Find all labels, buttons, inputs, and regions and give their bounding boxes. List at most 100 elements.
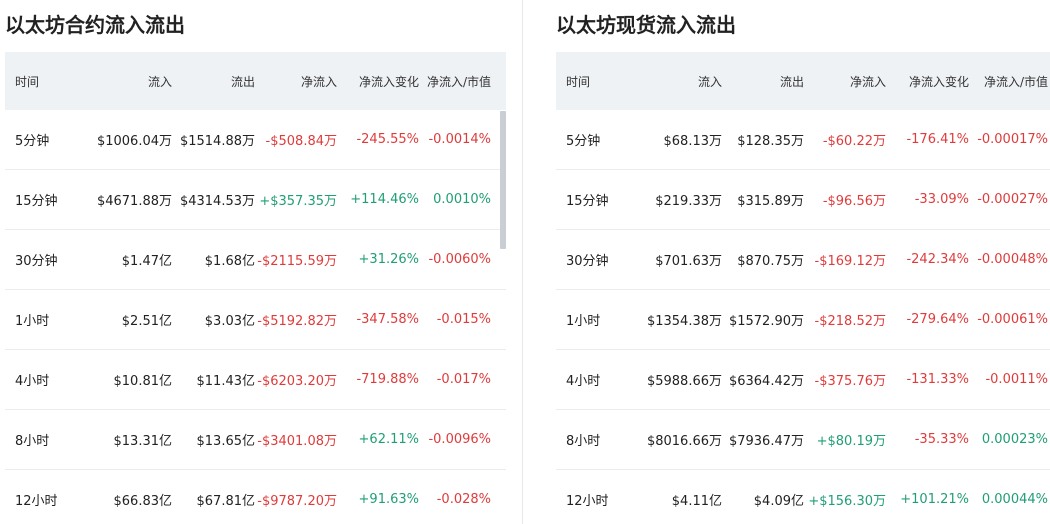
cell-netflow: +$80.19万 xyxy=(816,434,886,449)
cell-netflow-mcap: -0.00027% xyxy=(977,192,1048,207)
table-row: 15分钟 $4671.88万 $4314.53万 +$357.35万 +114.46% 0… xyxy=(5,170,506,230)
cell-time: 4小时 xyxy=(15,374,50,389)
table-row: 4小时 $10.81亿 $11.43亿 -$6203.20万 -719.88% -0.01… xyxy=(5,350,506,410)
cell-netflow-change: +114.46% xyxy=(350,192,419,207)
cell-netflow-change: -176.41% xyxy=(906,132,969,147)
panel-divider xyxy=(522,0,523,524)
cell-netflow-mcap: -0.015% xyxy=(436,312,491,327)
column-header-netflow-change: 净流入变化 xyxy=(908,74,969,89)
table-row: 30分钟 $1.47亿 $1.68亿 -$2115.59万 +31.26% -0.0060… xyxy=(5,230,506,290)
cell-inflow: $13.31亿 xyxy=(113,434,173,449)
scrollbar[interactable] xyxy=(500,111,506,249)
cell-netflow-mcap: -0.028% xyxy=(436,492,491,507)
cell-time: 5分钟 xyxy=(15,134,50,149)
cell-inflow: $4671.88万 xyxy=(96,194,172,209)
cell-netflow: -$96.56万 xyxy=(822,194,886,209)
table-row: 8小时 $8016.66万 $7936.47万 +$80.19万 -35.33% 0.00… xyxy=(556,410,1050,470)
cell-time: 12小时 xyxy=(566,494,609,509)
cell-netflow-change: +91.63% xyxy=(358,492,419,507)
column-header-netflow-mcap: 净流入/市值 xyxy=(426,74,491,89)
cell-time: 8小时 xyxy=(15,434,50,449)
cell-outflow: $7936.47万 xyxy=(728,434,804,449)
cell-inflow: $10.81亿 xyxy=(113,374,173,389)
table-header: 时间 流入 流出 净流入 净流入变化 净流入/市值 xyxy=(556,52,1050,110)
cell-netflow-change: +101.21% xyxy=(900,492,969,507)
cell-netflow-change: -245.55% xyxy=(356,132,419,147)
table-header: 时间 流入 流出 净流入 净流入变化 净流入/市值 xyxy=(5,52,506,110)
column-header-time: 时间 xyxy=(566,74,591,89)
cell-netflow: -$3401.08万 xyxy=(257,434,337,449)
table-row: 8小时 $13.31亿 $13.65亿 -$3401.08万 +62.11% -0.009… xyxy=(5,410,506,470)
cell-netflow: +$357.35万 xyxy=(259,194,337,209)
cell-outflow: $315.89万 xyxy=(737,194,804,209)
table-row: 5分钟 $68.13万 $128.35万 -$60.22万 -176.41% -0.000… xyxy=(556,110,1050,170)
cell-inflow: $4.11亿 xyxy=(671,494,722,509)
cell-time: 30分钟 xyxy=(15,254,58,269)
cell-inflow: $701.63万 xyxy=(655,254,722,269)
cell-netflow: -$60.22万 xyxy=(822,134,886,149)
cell-outflow: $11.43亿 xyxy=(196,374,256,389)
column-header-inflow: 流入 xyxy=(147,74,172,89)
cell-outflow: $1572.90万 xyxy=(728,314,804,329)
cell-inflow: $219.33万 xyxy=(655,194,722,209)
cell-inflow: $1006.04万 xyxy=(96,134,172,149)
cell-inflow: $1354.38万 xyxy=(646,314,722,329)
cell-netflow-mcap: 0.00044% xyxy=(981,492,1048,507)
contract-flow-table: 时间 流入 流出 净流入 净流入变化 净流入/市值 5分钟 $1006.04万 $1… xyxy=(5,52,506,524)
cell-netflow: -$2115.59万 xyxy=(257,254,337,269)
cell-netflow-mcap: -0.0011% xyxy=(985,372,1048,387)
cell-inflow: $66.83亿 xyxy=(113,494,173,509)
cell-time: 1小时 xyxy=(566,314,601,329)
cell-time: 15分钟 xyxy=(15,194,58,209)
table-row: 1小时 $2.51亿 $3.03亿 -$5192.82万 -347.58% -0.015% xyxy=(5,290,506,350)
cell-netflow: +$156.30万 xyxy=(808,494,886,509)
cell-netflow-mcap: 0.0010% xyxy=(433,192,491,207)
column-header-netflow: 净流入 xyxy=(849,74,886,89)
table-row: 12小时 $66.83亿 $67.81亿 -$9787.20万 +91.63% -0.02… xyxy=(5,470,506,524)
cell-netflow-change: -131.33% xyxy=(906,372,969,387)
cell-netflow-mcap: -0.00017% xyxy=(977,132,1048,147)
table-body: 5分钟 $1006.04万 $1514.88万 -$508.84万 -245.55% -0… xyxy=(5,110,506,524)
table-body: 5分钟 $68.13万 $128.35万 -$60.22万 -176.41% -0.000… xyxy=(556,110,1050,524)
spot-flow-panel: 以太坊现货流入流出 时间 流入 流出 净流入 净流入变化 净流入/市值 5分钟 $… xyxy=(556,0,1050,524)
cell-netflow-mcap: 0.00023% xyxy=(981,432,1048,447)
cell-inflow: $1.47亿 xyxy=(121,254,172,269)
panel-title: 以太坊合约流入流出 xyxy=(5,13,185,37)
cell-netflow-mcap: -0.00061% xyxy=(977,312,1048,327)
cell-outflow: $1.68亿 xyxy=(204,254,255,269)
column-header-outflow: 流出 xyxy=(779,74,804,89)
cell-netflow: -$6203.20万 xyxy=(257,374,337,389)
cell-netflow-mcap: -0.0014% xyxy=(428,132,491,147)
cell-inflow: $5988.66万 xyxy=(646,374,722,389)
column-header-netflow-change: 净流入变化 xyxy=(358,74,419,89)
cell-netflow-change: -242.34% xyxy=(906,252,969,267)
cell-netflow-mcap: -0.0096% xyxy=(428,432,491,447)
column-header-netflow: 净流入 xyxy=(300,74,337,89)
cell-outflow: $128.35万 xyxy=(737,134,804,149)
cell-netflow-mcap: -0.00048% xyxy=(977,252,1048,267)
cell-netflow: -$9787.20万 xyxy=(257,494,337,509)
cell-time: 12小时 xyxy=(15,494,58,509)
cell-outflow: $3.03亿 xyxy=(204,314,255,329)
column-header-netflow-mcap: 净流入/市值 xyxy=(983,74,1048,89)
cell-netflow: -$5192.82万 xyxy=(257,314,337,329)
cell-time: 15分钟 xyxy=(566,194,609,209)
cell-netflow: -$169.12万 xyxy=(814,254,886,269)
cell-inflow: $68.13万 xyxy=(663,134,723,149)
table-row: 30分钟 $701.63万 $870.75万 -$169.12万 -242.34% -0.… xyxy=(556,230,1050,290)
cell-outflow: $870.75万 xyxy=(737,254,804,269)
cell-netflow-change: -719.88% xyxy=(356,372,419,387)
cell-outflow: $13.65亿 xyxy=(196,434,256,449)
cell-netflow: -$375.76万 xyxy=(814,374,886,389)
cell-netflow-change: -347.58% xyxy=(356,312,419,327)
column-header-time: 时间 xyxy=(15,74,40,89)
table-row: 5分钟 $1006.04万 $1514.88万 -$508.84万 -245.55% -0… xyxy=(5,110,506,170)
table-row: 1小时 $1354.38万 $1572.90万 -$218.52万 -279.64% -0… xyxy=(556,290,1050,350)
cell-time: 1小时 xyxy=(15,314,50,329)
table-row: 12小时 $4.11亿 $4.09亿 +$156.30万 +101.21% 0.00044… xyxy=(556,470,1050,524)
cell-netflow-change: -35.33% xyxy=(914,432,969,447)
cell-time: 5分钟 xyxy=(566,134,601,149)
cell-time: 8小时 xyxy=(566,434,601,449)
cell-outflow: $6364.42万 xyxy=(728,374,804,389)
cell-outflow: $4.09亿 xyxy=(753,494,804,509)
